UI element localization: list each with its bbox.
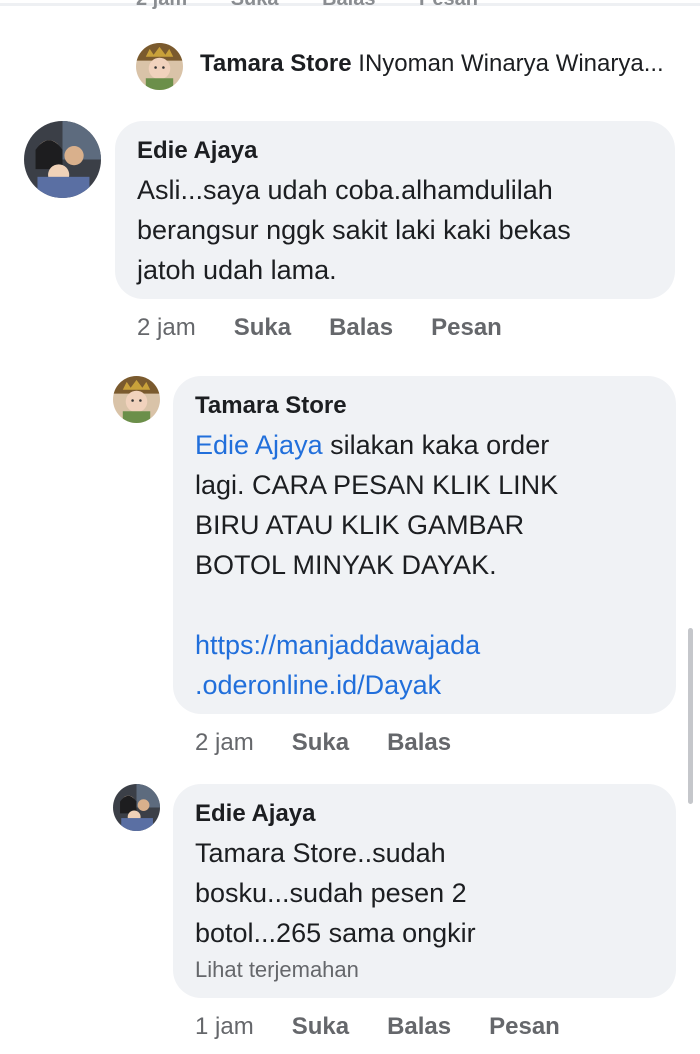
cutoff-reply-button[interactable]: Balas xyxy=(322,0,375,10)
edie-ajaya-avatar[interactable] xyxy=(113,784,160,831)
like-button[interactable]: Suka xyxy=(292,729,349,756)
reply-actions: 2 jam Suka Balas xyxy=(195,729,489,757)
reply-bubble: Tamara Store Edie Ajaya silakan kaka ord… xyxy=(173,376,676,714)
cutoff-like-button[interactable]: Suka xyxy=(231,0,279,10)
reply-actions: 1 jam Suka Balas Pesan xyxy=(195,1013,598,1041)
scrollbar[interactable] xyxy=(688,628,693,804)
like-button[interactable]: Suka xyxy=(234,314,291,341)
collapsed-reply[interactable]: Tamara Store INyoman Winarya Winarya... xyxy=(200,50,680,78)
like-button[interactable]: Suka xyxy=(292,1013,349,1040)
cutoff-time: 2 jam xyxy=(136,0,187,10)
reply-text: Tamara Store..sudah bosku...sudah pesen … xyxy=(195,838,476,948)
reply-author[interactable]: Edie Ajaya xyxy=(195,798,476,830)
edie-ajaya-avatar[interactable] xyxy=(24,121,101,198)
tamara-store-avatar[interactable] xyxy=(113,376,160,423)
reply-button[interactable]: Balas xyxy=(329,314,393,341)
reply-time[interactable]: 2 jam xyxy=(195,729,254,756)
message-button[interactable]: Pesan xyxy=(431,314,502,341)
collapsed-reply-author[interactable]: Tamara Store xyxy=(200,50,352,77)
see-translation-link[interactable]: Lihat terjemahan xyxy=(195,955,476,985)
comment-actions: 2 jam Suka Balas Pesan xyxy=(137,314,540,342)
comment-time[interactable]: 2 jam xyxy=(137,314,196,341)
reply-time[interactable]: 1 jam xyxy=(195,1013,254,1040)
mention-link[interactable]: Edie Ajaya xyxy=(195,430,323,460)
comment-text: Asli...saya udah coba.alhamdulilah beran… xyxy=(137,175,571,285)
message-button[interactable]: Pesan xyxy=(489,1013,560,1040)
comment-bubble: Edie Ajaya Asli...saya udah coba.alhamdu… xyxy=(115,121,675,299)
reply-button[interactable]: Balas xyxy=(387,1013,451,1040)
order-link[interactable]: https://manjaddawajada .oderonline.id/Da… xyxy=(195,625,558,705)
collapsed-reply-preview: INyoman Winarya Winarya... xyxy=(358,50,664,77)
reply-author[interactable]: Tamara Store xyxy=(195,390,558,422)
cutoff-message-button[interactable]: Pesan xyxy=(419,0,478,10)
tamara-store-avatar[interactable] xyxy=(136,43,183,90)
cutoff-action-row: 2 jam Suka Balas Pesan xyxy=(136,0,516,10)
reply-button[interactable]: Balas xyxy=(387,729,451,756)
comment-author[interactable]: Edie Ajaya xyxy=(137,135,571,167)
reply-bubble: Edie Ajaya Tamara Store..sudah bosku...s… xyxy=(173,784,676,998)
